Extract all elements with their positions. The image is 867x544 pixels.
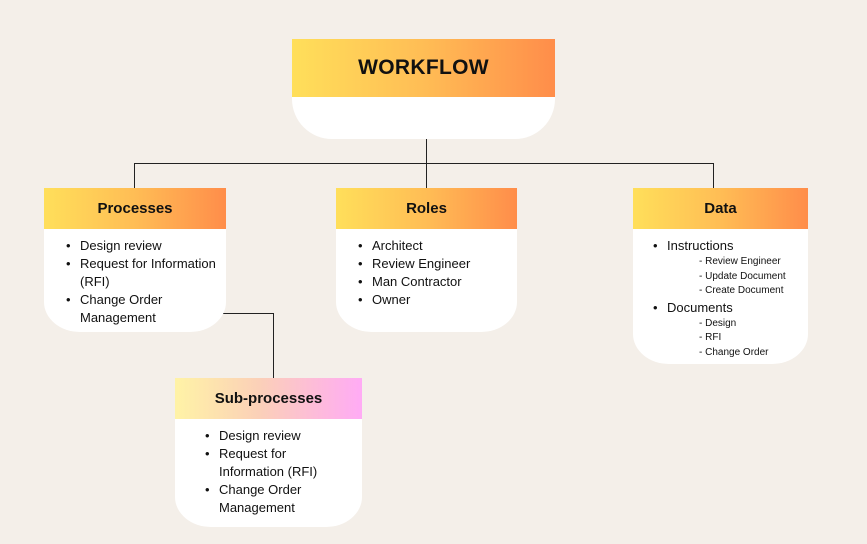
subprocesses-list: Design review Request for Information (R… xyxy=(205,427,352,517)
data-group-label: Instructions xyxy=(667,238,734,253)
connector-processes xyxy=(134,163,135,188)
connector-sub-horizontal xyxy=(222,313,274,314)
sub-item: - Design xyxy=(699,317,737,329)
sub-item: - Review Engineer xyxy=(699,256,781,267)
roles-node[interactable]: Roles Architect Review Engineer Man Cont… xyxy=(336,188,517,332)
data-sublist: - Design - RFI - Change Order xyxy=(667,317,798,361)
workflow-body xyxy=(292,97,555,139)
data-body: Instructions - Review Engineer - Update … xyxy=(633,229,808,364)
list-item: Owner xyxy=(358,291,507,309)
roles-title: Roles xyxy=(336,188,517,229)
subprocesses-body: Design review Request for Information (R… xyxy=(175,419,362,527)
roles-list: Architect Review Engineer Man Contractor… xyxy=(358,237,507,309)
connector-horizontal xyxy=(134,163,714,164)
processes-node[interactable]: Processes Design review Request for Info… xyxy=(44,188,226,332)
list-item: Change Order Management xyxy=(66,291,216,327)
sub-item: - RFI xyxy=(699,332,722,343)
data-group-label: Documents xyxy=(667,299,733,315)
subprocesses-title: Sub-processes xyxy=(175,378,362,419)
connector-data xyxy=(713,163,714,188)
sub-item: - Create Document xyxy=(699,285,784,296)
sub-item: - Change Order xyxy=(699,346,769,358)
sub-item: - Update Document xyxy=(699,270,786,282)
workflow-title: WORKFLOW xyxy=(292,39,555,97)
workflow-node[interactable]: WORKFLOW xyxy=(292,39,555,139)
processes-list: Design review Request for Information (R… xyxy=(66,237,216,327)
processes-title: Processes xyxy=(44,188,226,229)
list-item: Change Order Management xyxy=(205,481,352,517)
list-item: Design review xyxy=(205,427,352,445)
processes-body: Design review Request for Information (R… xyxy=(44,229,226,332)
list-item: Documents - Design - RFI - Change Order xyxy=(653,299,798,361)
data-title: Data xyxy=(633,188,808,229)
connector-sub-vertical xyxy=(273,313,274,378)
list-item: Request for Information (RFI) xyxy=(66,255,216,291)
data-list: Instructions - Review Engineer - Update … xyxy=(653,237,798,360)
data-sublist: - Review Engineer - Update Document - Cr… xyxy=(667,255,798,299)
list-item: Man Contractor xyxy=(358,273,507,291)
list-item: Instructions - Review Engineer - Update … xyxy=(653,237,798,299)
list-item: Review Engineer xyxy=(358,255,507,273)
roles-body: Architect Review Engineer Man Contractor… xyxy=(336,229,517,332)
subprocesses-node[interactable]: Sub-processes Design review Request for … xyxy=(175,378,362,527)
list-item: Design review xyxy=(66,237,216,255)
list-item: Request for Information (RFI) xyxy=(205,445,352,481)
list-item: Architect xyxy=(358,237,507,255)
data-node[interactable]: Data Instructions - Review Engineer - Up… xyxy=(633,188,808,364)
